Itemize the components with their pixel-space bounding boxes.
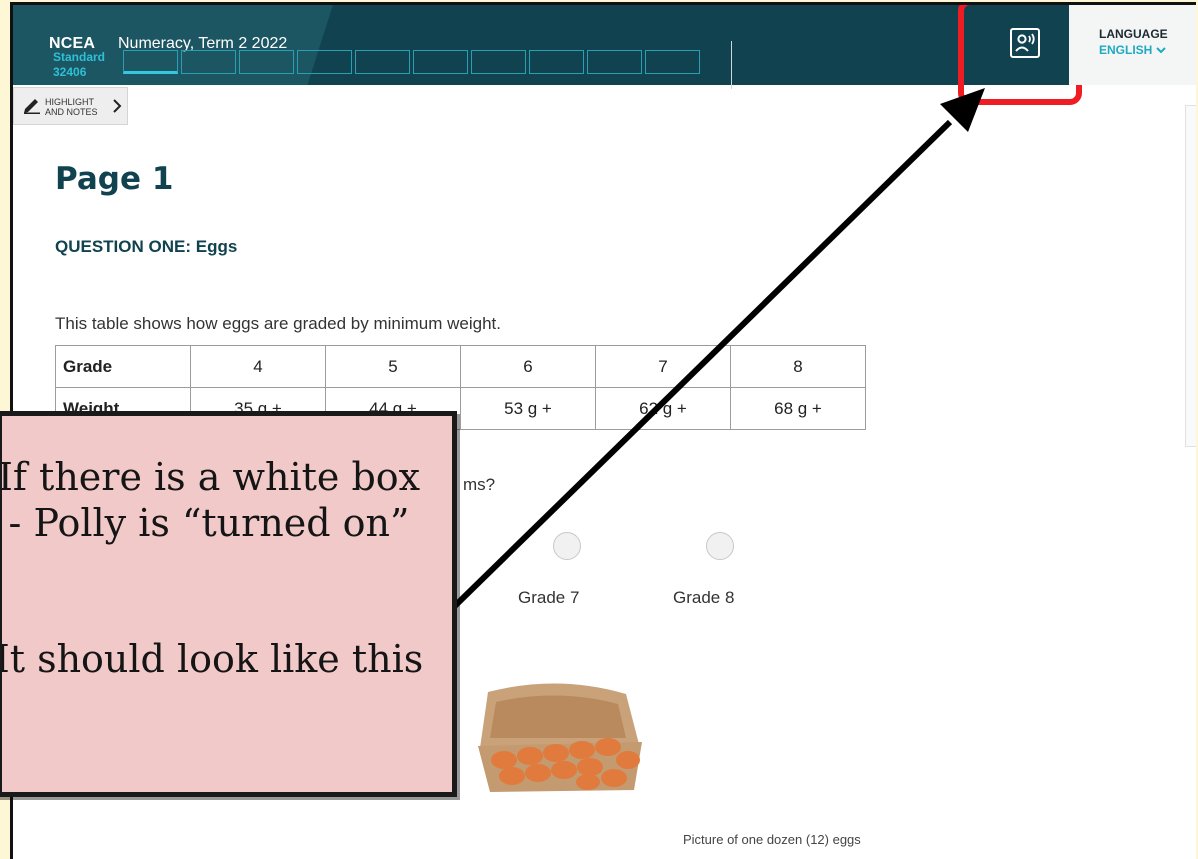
- table-cell: 5: [325, 345, 461, 388]
- table-cell: 68 g +: [730, 387, 866, 430]
- radio-grade-8[interactable]: [706, 532, 734, 560]
- page-segment-2[interactable]: [181, 50, 236, 74]
- radio-grade-7[interactable]: [553, 532, 581, 560]
- page-segment-1[interactable]: [123, 50, 178, 74]
- option-label: Grade 7: [518, 588, 580, 607]
- table-cell: 6: [460, 345, 596, 388]
- callout-text-1: If there is a white box - Polly is “turn…: [0, 455, 421, 545]
- option-label: Grade 8: [673, 588, 735, 607]
- language-value-text: ENGLISH: [1099, 43, 1153, 57]
- page-title: Page 1: [55, 161, 174, 197]
- page-segment-5[interactable]: [355, 50, 410, 74]
- page-segment-4[interactable]: [297, 50, 352, 74]
- page-segment-7[interactable]: [471, 50, 526, 74]
- chevron-right-icon: [113, 99, 122, 113]
- language-selector[interactable]: LANGUAGE ENGLISH: [1069, 5, 1196, 85]
- table-cell: 7: [595, 345, 731, 388]
- standard-info: Standard 32406: [53, 50, 105, 80]
- language-label: LANGUAGE: [1099, 27, 1168, 41]
- standard-label: Standard: [53, 50, 106, 64]
- egg-carton-image: [468, 680, 648, 800]
- table-cell: Grade: [55, 345, 191, 388]
- standard-number: 32406: [53, 65, 87, 79]
- table-cell: 62 g +: [595, 387, 731, 430]
- pencil-icon: [24, 99, 40, 114]
- table-cell: 8: [730, 345, 866, 388]
- table-cell: 53 g +: [460, 387, 596, 430]
- highlight-notes-label: HIGHLIGHT AND NOTES: [45, 97, 98, 117]
- highlight-label-line1: HIGHLIGHT: [45, 97, 95, 107]
- highlight-notes-toggle[interactable]: HIGHLIGHT AND NOTES: [13, 87, 128, 125]
- question-text: ms?: [463, 475, 496, 494]
- question-intro: This table shows how eggs are graded by …: [55, 314, 501, 333]
- table-cell: 4: [190, 345, 326, 388]
- image-caption: Picture of one dozen (12) eggs: [683, 832, 861, 847]
- language-value[interactable]: ENGLISH: [1099, 43, 1166, 57]
- page-progress: [123, 50, 700, 74]
- question-title: QUESTION ONE: Eggs: [55, 237, 238, 256]
- page-segment-8[interactable]: [529, 50, 584, 74]
- highlight-label-line2: AND NOTES: [45, 107, 98, 117]
- page-segment-9[interactable]: [587, 50, 642, 74]
- side-panel-edge: [1185, 105, 1196, 447]
- callout-text-2: It should look like this: [0, 637, 424, 681]
- header-divider: [731, 41, 732, 89]
- highlight-box: [958, 5, 1082, 105]
- page-segment-3[interactable]: [239, 50, 294, 74]
- chevron-down-icon: [1155, 47, 1166, 54]
- table-row: Grade 4 5 6 7 8: [55, 345, 866, 388]
- page-segment-10[interactable]: [645, 50, 700, 74]
- page-segment-6[interactable]: [413, 50, 468, 74]
- annotation-callout: If there is a white box - Polly is “turn…: [0, 411, 457, 797]
- top-bar: NCEA Numeracy, Term 2 2022 Standard 3240…: [13, 5, 1069, 89]
